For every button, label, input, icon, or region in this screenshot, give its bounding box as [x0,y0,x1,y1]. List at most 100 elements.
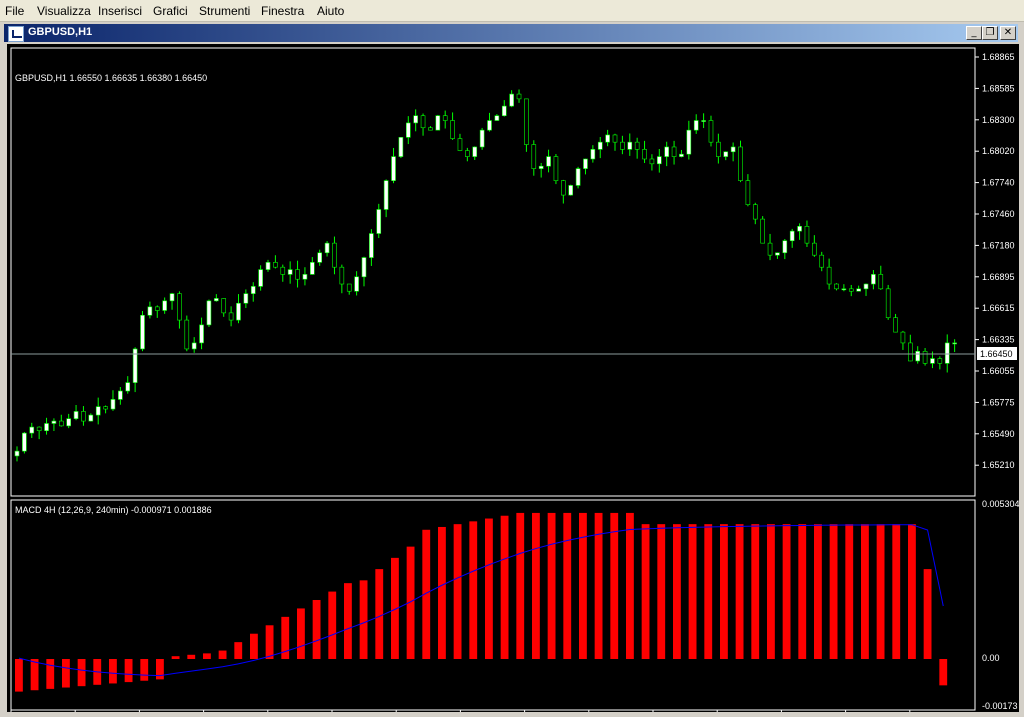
candle-body [590,149,596,160]
macd-bar [563,512,572,659]
candle-body [812,242,817,256]
candle-body [509,93,514,107]
chart-window: GBPUSD,H1 _ ❐ ✕ GBPUSD,H1 1.66550 1.6663… [0,22,1024,717]
macd-bar [46,659,55,689]
macd-group [15,512,948,692]
price-axis: 1.68865 1.68585 1.68300 1.68020 1.67740 1.674… [975,52,1015,470]
macd-bar [845,524,854,659]
macd-bar [751,524,760,659]
candle-body [206,300,212,326]
candle-body [649,158,655,165]
macd-bar [375,569,384,659]
chart-canvas[interactable]: GBPUSD,H1 1.66550 1.66635 1.66380 1.6645… [7,44,1019,712]
candle-body [708,120,714,143]
candle-body [472,146,478,157]
candle-body [376,209,382,234]
candle-body [723,151,729,157]
candle-body [634,141,640,150]
candle-body [110,399,116,410]
macd-bar [547,512,556,659]
macd-bar [876,524,885,659]
candle-body [561,180,566,196]
candle-body [51,420,57,424]
macd-bar [156,659,164,680]
candle-body [878,274,884,290]
candle-body [686,129,692,155]
candle-body [627,141,633,150]
candle-body [952,342,957,345]
macd-bar [516,512,525,659]
macd-bar [939,659,948,686]
candle-body [420,115,426,129]
candle-body [228,312,234,321]
candle-body [391,156,396,181]
restore-button[interactable]: ❐ [982,26,998,40]
price-tick-label: 1.68865 [982,52,1015,62]
menu-file[interactable]: File [5,4,24,18]
macd-bar [250,633,258,659]
candle-body [273,262,278,268]
price-tick-label: 1.68300 [982,115,1015,125]
menu-grafici[interactable]: Grafici [153,4,188,18]
candle-body [243,293,249,304]
macd-bar [704,524,713,659]
macd-bar [140,659,149,681]
candle-body [524,98,529,145]
candle-body [191,342,197,350]
candle-body [605,134,610,143]
candle-body [848,288,854,292]
menu-finestra[interactable]: Finestra [261,4,304,18]
candle-body [457,138,463,151]
candle-body [29,426,35,434]
price-tick-label: 1.68585 [982,83,1015,93]
macd-bar [610,512,619,659]
candle-body [125,382,131,392]
candle-body [280,266,286,275]
candle-body [169,293,175,302]
window-title: GBPUSD,H1 [28,26,93,38]
macd-tick-label: -0.00173 [982,701,1018,711]
candle-body [236,302,241,321]
chart-window-icon [8,26,24,42]
candle-body [553,156,559,181]
macd-bar [109,659,117,684]
menu-visualizza[interactable]: Visualizza [37,4,91,18]
macd-bar [469,521,478,659]
price-tick-label: 1.66615 [982,303,1015,313]
macd-bar [124,659,133,683]
candle-body [73,411,79,419]
price-tick-label: 1.65490 [982,429,1015,439]
window-titlebar[interactable]: GBPUSD,H1 _ ❐ ✕ [4,24,1018,42]
macd-bar [187,654,196,659]
candle-body [369,233,374,258]
candle-body [679,153,684,157]
macd-bar [62,659,70,688]
candle-body [915,351,921,362]
menu-aiuto[interactable]: Aiuto [317,4,344,18]
candle-body [310,262,315,275]
minimize-button[interactable]: _ [966,26,982,40]
candle-body [664,146,669,157]
menu-inserisci[interactable]: Inserisci [98,4,142,18]
candle-body [398,137,404,157]
close-button[interactable]: ✕ [1000,26,1016,40]
menu-strumenti[interactable]: Strumenti [199,4,250,18]
macd-bar [500,515,509,659]
candle-body [435,115,441,131]
macd-bar [782,524,791,659]
candle-body [184,319,190,350]
candle-body [383,180,389,210]
chart-area[interactable]: GBPUSD,H1 1.66550 1.66635 1.66380 1.6645… [7,44,1019,712]
candle-body [671,146,677,157]
candle-body [354,276,359,292]
price-tick-label: 1.67740 [982,178,1015,188]
price-tick-label: 1.66895 [982,272,1015,282]
candle-body [568,185,574,196]
candle-body [885,288,891,318]
candle-body [479,129,485,148]
candle-body [775,252,780,256]
candle-body [804,226,810,244]
candle-body [428,127,433,131]
candle-body [930,358,935,364]
candle-body [612,134,618,143]
